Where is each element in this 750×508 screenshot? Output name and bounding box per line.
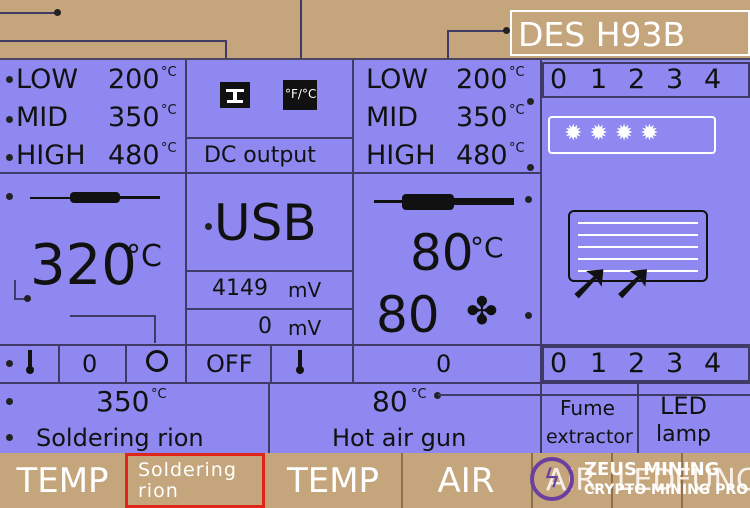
soldering-iron-button[interactable]: Soldering rion bbox=[125, 453, 265, 508]
model-name: DES H93B bbox=[518, 15, 686, 54]
model-box: DES H93B bbox=[510, 10, 750, 56]
led-label-2: lamp bbox=[656, 422, 711, 447]
iron-level: 0 bbox=[82, 350, 98, 378]
dc-voltage-2: 0 bbox=[258, 314, 272, 339]
lcd-panel: LOW 200 °C MID 350 °C HIGH 480 °C °F/°C … bbox=[0, 58, 750, 455]
air-current-temp: 80 bbox=[410, 224, 474, 282]
unit-toggle-icon: °F/°C bbox=[283, 80, 317, 110]
zeus-logo-icon: ϟ bbox=[530, 457, 574, 501]
iron-temp-unit: °C bbox=[126, 239, 162, 274]
button-bar: TEMP Soldering rion TEMP AIR AIR LED FUN… bbox=[0, 453, 750, 508]
fan-icon: ✤ bbox=[466, 289, 498, 333]
top-frame: DES H93B bbox=[0, 0, 750, 60]
air-button[interactable]: AIR bbox=[401, 453, 533, 508]
dc-voltage-1: 4149 bbox=[212, 276, 268, 301]
iron-name: Soldering rion bbox=[36, 424, 204, 452]
fume-label-1: Fume bbox=[560, 396, 615, 420]
air-level: 0 bbox=[436, 350, 452, 378]
watermark-line-2: CRYPTO MINING PRO bbox=[584, 482, 749, 498]
air-temp-unit: °C bbox=[470, 231, 504, 264]
iron-sleep-icon bbox=[146, 350, 168, 372]
watermark: ϟ ZEUS MINING CRYPTO MINING PRO bbox=[530, 455, 750, 505]
dc-source-usb: USB bbox=[214, 194, 317, 252]
temp-button-iron[interactable]: TEMP bbox=[0, 453, 127, 508]
hot-air-gun-icon bbox=[374, 194, 514, 210]
fume-arrows-icon: ➚➚ bbox=[568, 252, 656, 312]
soldering-iron-icon bbox=[30, 192, 160, 203]
dc-output-icon bbox=[220, 82, 250, 108]
temp-button-air[interactable]: TEMP bbox=[265, 453, 403, 508]
fume-label-2: extractor bbox=[546, 426, 633, 448]
air-name: Hot air gun bbox=[332, 424, 467, 452]
iron-set-temp: 350 bbox=[96, 385, 150, 418]
watermark-line-1: ZEUS MINING bbox=[584, 459, 720, 480]
air-set-temp: 80 bbox=[372, 385, 408, 418]
dc-output-label: DC output bbox=[204, 143, 316, 168]
led-label-1: LED bbox=[660, 392, 708, 420]
iron-thermo-icon bbox=[26, 350, 34, 376]
air-thermo-icon bbox=[296, 350, 304, 376]
air-fan-speed: 80 bbox=[376, 286, 440, 344]
dc-state: OFF bbox=[206, 350, 253, 378]
iron-current-temp: 320 bbox=[30, 233, 137, 298]
led-bulbs-icon: ✹ ✹ ✹ ✹ bbox=[548, 116, 716, 154]
